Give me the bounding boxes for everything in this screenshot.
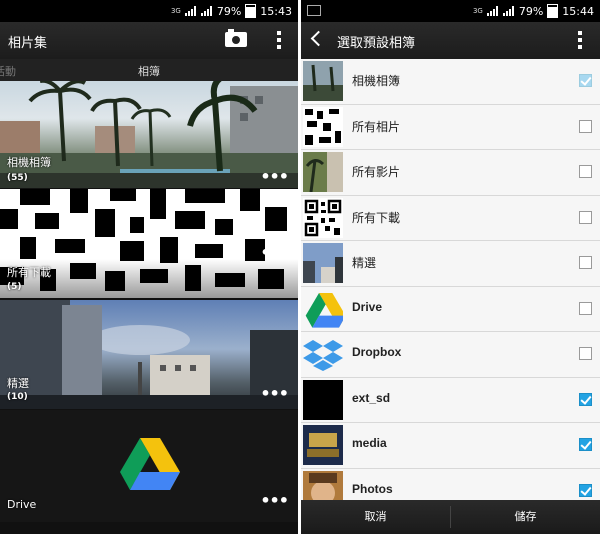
list-item-label: ext_sd xyxy=(352,390,391,405)
album-favorites-thumbnail xyxy=(0,300,298,409)
screenshot-notification-icon xyxy=(307,5,321,16)
action-bar: 相片集 xyxy=(0,22,298,59)
cell-signal-icon xyxy=(200,6,213,16)
checkbox[interactable] xyxy=(579,392,592,406)
album-label: 相機相簿 xyxy=(7,156,51,169)
qr-code-thumbnail xyxy=(0,189,298,298)
list-item-label: 所有影片 xyxy=(352,165,401,179)
favorites-thumbnail xyxy=(303,243,343,283)
list-item-label: 相機相簿 xyxy=(352,74,401,88)
album-checklist: 相機相簿 所有相片 所有影片 所有下載 精選 Drive Dropbox ext… xyxy=(301,59,600,514)
all-videos-thumbnail xyxy=(303,152,343,192)
gallery-screen: 3G 79% 15:43 相片集 活動 相簿 xyxy=(0,0,298,534)
list-item[interactable]: Dropbox xyxy=(301,332,600,378)
list-item[interactable]: 精選 xyxy=(301,241,600,287)
choose-default-albums-screen: 3G 79% 15:44 選取預設相簿 相機相簿 所有相片 所有影片 所有下載 … xyxy=(301,0,600,534)
checkbox[interactable] xyxy=(579,483,592,497)
list-item[interactable]: 所有相片 xyxy=(301,104,600,150)
wifi-signal-icon xyxy=(184,6,197,16)
checkbox[interactable] xyxy=(579,438,592,451)
list-item[interactable]: 所有影片 xyxy=(301,150,600,196)
battery-percent: 79% xyxy=(518,4,544,18)
status-bar: 3G 79% 15:44 xyxy=(301,0,600,22)
list-item-label: 所有下載 xyxy=(352,210,401,225)
action-bar: 選取預設相簿 xyxy=(301,22,600,59)
list-item-label: Photos xyxy=(352,481,393,496)
page-title: 選取預設相簿 xyxy=(337,36,416,51)
list-item-label: Drive xyxy=(352,299,383,314)
list-item[interactable]: Drive xyxy=(301,286,600,332)
media-thumbnail xyxy=(303,425,343,465)
checkbox[interactable] xyxy=(579,210,592,224)
checkbox[interactable] xyxy=(579,347,592,360)
overflow-menu-icon[interactable] xyxy=(578,31,582,52)
network-type: 3G xyxy=(170,6,181,15)
album-drive[interactable]: Drive ••• xyxy=(0,410,298,522)
wifi-signal-icon xyxy=(486,6,499,16)
google-drive-icon xyxy=(120,438,180,490)
list-item-label: Dropbox xyxy=(352,345,402,359)
battery-icon xyxy=(245,4,257,18)
cell-signal-icon xyxy=(502,6,515,16)
list-item[interactable]: ext_sd xyxy=(301,377,600,423)
status-bar: 3G 79% 15:43 xyxy=(0,0,298,22)
list-item[interactable]: 所有下載 xyxy=(301,195,600,241)
cancel-button[interactable]: 取消 xyxy=(301,500,450,534)
all-photos-thumbnail xyxy=(303,106,343,147)
clock: 15:43 xyxy=(260,4,292,18)
album-count: (10) xyxy=(7,392,28,402)
battery-percent: 79% xyxy=(216,4,242,18)
more-options-icon[interactable]: ••• xyxy=(260,245,289,261)
list-item[interactable]: media xyxy=(301,423,600,469)
back-chevron-icon[interactable] xyxy=(310,30,327,47)
more-options-icon[interactable]: ••• xyxy=(260,493,289,509)
album-count: (5) xyxy=(7,282,22,292)
bottom-action-bar: 取消 儲存 xyxy=(301,500,600,534)
overflow-menu-icon[interactable] xyxy=(277,31,281,52)
album-label: 精選 xyxy=(7,377,29,390)
checkbox[interactable] xyxy=(579,119,592,133)
album-count: (55) xyxy=(7,173,28,183)
more-options-icon[interactable]: ••• xyxy=(260,386,289,402)
save-button[interactable]: 儲存 xyxy=(451,500,600,534)
checkbox[interactable] xyxy=(579,165,592,178)
checkbox[interactable] xyxy=(579,74,592,87)
qr-code-icon xyxy=(303,197,343,238)
camera-album-thumbnail xyxy=(303,61,343,101)
tab-events[interactable]: 活動 xyxy=(0,63,16,79)
page-title: 相片集 xyxy=(8,36,48,51)
checkbox[interactable] xyxy=(579,301,592,315)
more-options-icon[interactable]: ••• xyxy=(260,169,289,185)
album-label: Drive xyxy=(7,498,37,511)
tab-strip: 活動 相簿 xyxy=(0,59,298,81)
list-item[interactable]: 相機相簿 xyxy=(301,59,600,105)
album-favorites[interactable]: 精選 (10) ••• xyxy=(0,300,298,409)
album-downloads[interactable]: 所有下載 (5) ••• xyxy=(0,189,298,298)
ext-sd-thumbnail xyxy=(303,379,343,420)
clock: 15:44 xyxy=(562,4,594,18)
network-type: 3G xyxy=(472,6,483,15)
google-drive-icon xyxy=(305,292,343,328)
album-label: 所有下載 xyxy=(7,266,51,279)
camera-icon[interactable] xyxy=(225,29,247,47)
list-item-label: media xyxy=(352,436,387,450)
album-camera-thumbnail xyxy=(0,81,298,188)
dropbox-icon xyxy=(303,340,343,371)
album-camera[interactable]: 相機相簿 (55) ••• xyxy=(0,81,298,188)
tab-albums[interactable]: 相簿 xyxy=(138,63,160,79)
list-item-label: 精選 xyxy=(352,256,377,270)
battery-icon xyxy=(547,4,559,18)
list-item-label: 所有相片 xyxy=(352,119,401,134)
checkbox[interactable] xyxy=(579,256,592,269)
